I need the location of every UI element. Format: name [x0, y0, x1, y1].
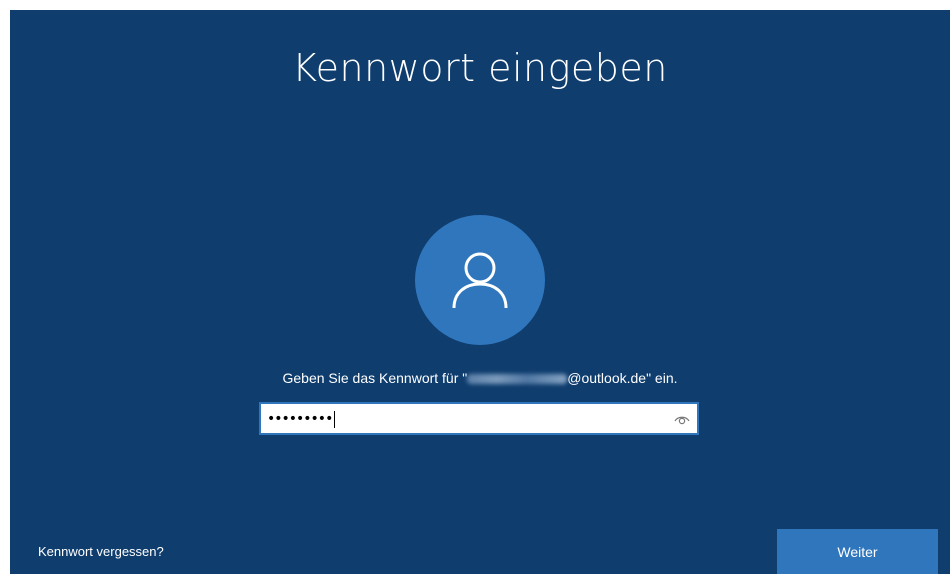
login-screen: Kennwort eingeben Geben Sie das Kennwort…	[10, 10, 950, 574]
password-value: •••••••••	[267, 410, 336, 428]
prompt-text-after: @outlook.de" ein.	[567, 370, 678, 386]
eye-icon	[674, 416, 690, 425]
next-button-label: Weiter	[837, 543, 878, 560]
prompt-text-before: Geben Sie das Kennwort für "	[282, 370, 468, 386]
forgot-password-link[interactable]: Kennwort vergessen?	[38, 544, 164, 559]
reveal-password-button[interactable]	[673, 411, 691, 427]
next-button[interactable]: Weiter	[777, 529, 938, 574]
user-avatar	[415, 215, 545, 345]
text-caret	[334, 410, 336, 428]
password-field[interactable]: •••••••••	[259, 402, 699, 435]
password-prompt: Geben Sie das Kennwort für " @outlook.de"…	[10, 370, 950, 386]
redacted-email-name	[467, 374, 568, 385]
user-icon	[452, 252, 508, 309]
page-title: Kennwort eingeben	[292, 46, 668, 90]
password-mask: •••••••••	[267, 411, 333, 427]
